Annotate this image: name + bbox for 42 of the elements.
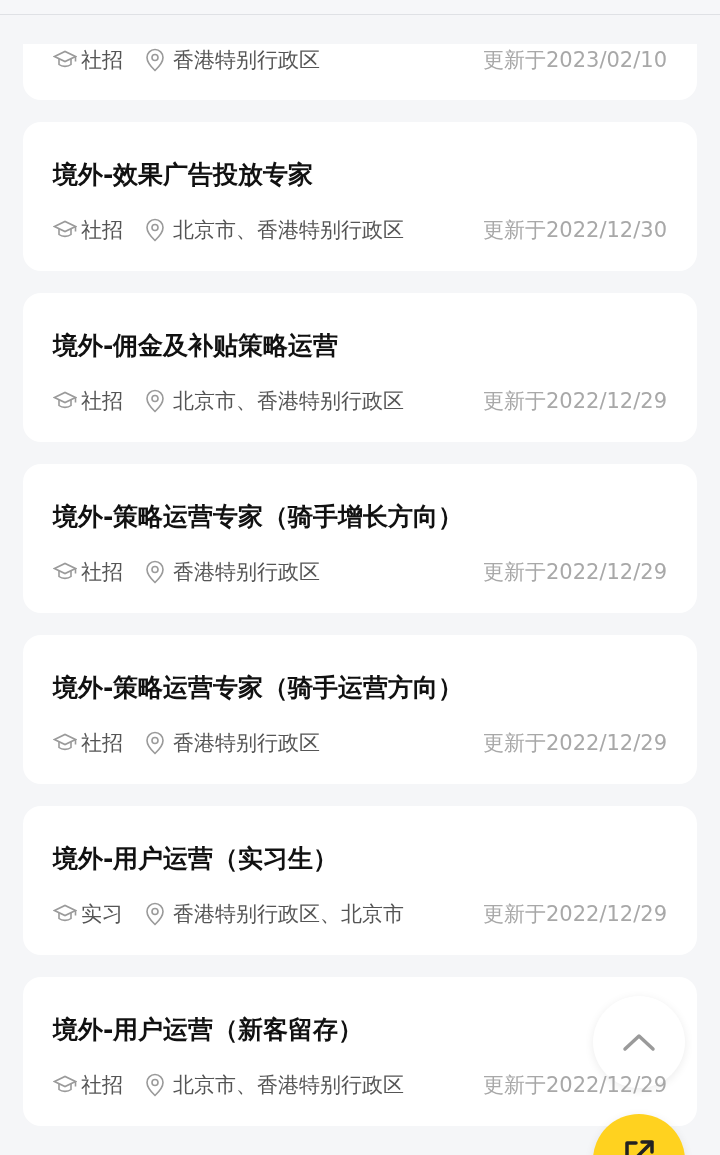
job-type: 社招 — [81, 217, 123, 244]
job-card[interactable]: 境外-用户运营（实习生） 实习 香港特别行政区、北京市 更新于2022/12/29 — [23, 806, 697, 955]
job-card[interactable]: 境外-佣金及补贴策略运营 社招 北京市、香港特别行政区 更新于2022/12/29 — [23, 293, 697, 442]
job-card[interactable]: 境外-效果广告投放专家 社招 北京市、香港特别行政区 更新于2022/12/30 — [23, 122, 697, 271]
location-pin-icon — [145, 1073, 165, 1097]
job-type: 实习 — [81, 901, 123, 928]
job-type: 社招 — [81, 1072, 123, 1099]
job-title: 境外-策略运营专家（骑手运营方向） — [53, 672, 464, 704]
update-date: 更新于2023/02/10 — [482, 47, 667, 74]
chevron-up-icon — [622, 1032, 656, 1052]
location-pin-icon — [145, 218, 165, 242]
job-location: 北京市、香港特别行政区 — [173, 1072, 404, 1099]
job-title: 境外-效果广告投放专家 — [53, 159, 314, 191]
job-location: 香港特别行政区 — [173, 47, 320, 74]
job-card[interactable]: 境外-策略运营专家（骑手运营方向） 社招 香港特别行政区 更新于2022/12/29 — [23, 635, 697, 784]
location-pin-icon — [145, 48, 165, 72]
job-title: 境外-用户运营（实习生） — [53, 843, 339, 875]
job-type: 社招 — [81, 47, 123, 74]
update-date: 更新于2022/12/29 — [482, 559, 667, 586]
update-date: 更新于2022/12/29 — [482, 730, 667, 757]
job-location: 香港特别行政区 — [173, 730, 320, 757]
job-type: 社招 — [81, 388, 123, 415]
job-location: 北京市、香港特别行政区 — [173, 388, 404, 415]
job-title: 境外-佣金及补贴策略运营 — [53, 330, 339, 362]
job-location: 香港特别行政区、北京市 — [173, 901, 404, 928]
job-title: 境外-用户运营（新客留存） — [53, 1014, 364, 1046]
update-date: 更新于2022/12/29 — [482, 388, 667, 415]
job-card[interactable]: 境外-策略运营专家（骑手增长方向） 社招 香港特别行政区 更新于2022/12/29 — [23, 464, 697, 613]
location-pin-icon — [145, 731, 165, 755]
job-card[interactable]: 社招 香港特别行政区 更新于2023/02/10 — [23, 44, 697, 100]
location-pin-icon — [145, 902, 165, 926]
update-date: 更新于2022/12/29 — [482, 901, 667, 928]
job-type: 社招 — [81, 559, 123, 586]
job-title: 境外-策略运营专家（骑手增长方向） — [53, 501, 464, 533]
update-date: 更新于2022/12/29 — [482, 1072, 667, 1099]
update-date: 更新于2022/12/30 — [482, 217, 667, 244]
job-card[interactable]: 境外-用户运营（新客留存） 社招 北京市、香港特别行政区 更新于2022/12/29 — [23, 977, 697, 1126]
location-pin-icon — [145, 560, 165, 584]
job-location: 北京市、香港特别行政区 — [173, 217, 404, 244]
location-pin-icon — [145, 389, 165, 413]
job-type: 社招 — [81, 730, 123, 757]
job-location: 香港特别行政区 — [173, 559, 320, 586]
